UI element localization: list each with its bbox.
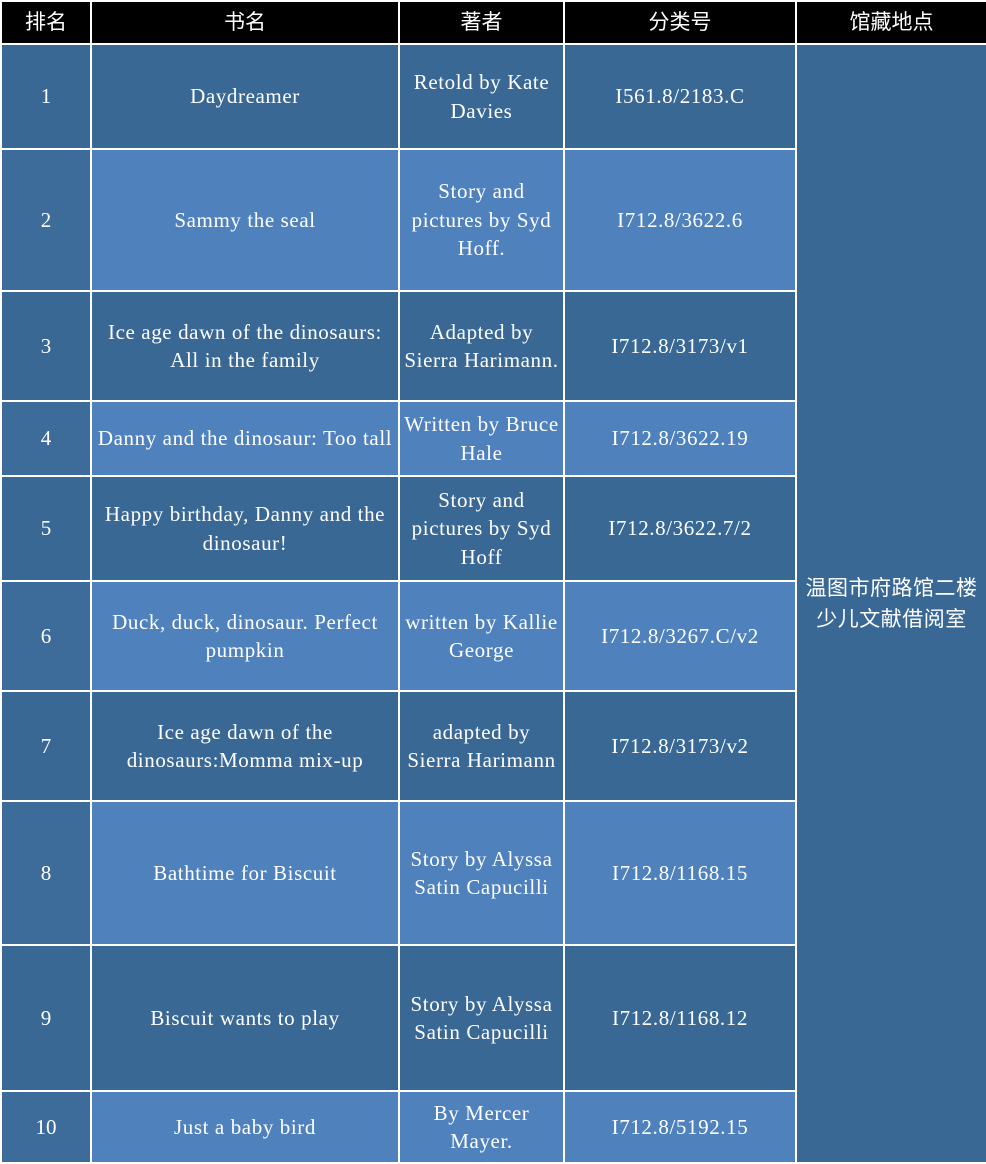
- cell-author: adapted by Sierra Harimann: [398, 690, 565, 802]
- cell-author: Story by Alyssa Satin Capucilli: [398, 944, 565, 1092]
- cell-title-text: Danny and the dinosaur: Too tall: [97, 426, 393, 451]
- cell-title-text: Sammy the seal: [174, 207, 316, 232]
- cell-rank: 4: [0, 400, 92, 477]
- cell-author-text: written by Kallie George: [405, 609, 558, 662]
- cell-classification-text: I712.8/3622.6: [617, 207, 743, 232]
- cell-classification: I712.8/3622.7/2: [563, 475, 797, 582]
- cell-rank: 7: [0, 690, 92, 802]
- book-ranking-table: 排名 书名 著者 分类号 馆藏地点 1 Daydreamer Retold by K…: [0, 0, 986, 1164]
- cell-title-text: Biscuit wants to play: [150, 1005, 340, 1030]
- column-header-author: 著者: [398, 0, 565, 45]
- column-header-classification: 分类号: [563, 0, 797, 45]
- cell-rank: 5: [0, 475, 92, 582]
- cell-classification: I712.8/3267.C/v2: [563, 580, 797, 692]
- cell-author-text: Story and pictures by Syd Hoff: [411, 487, 552, 569]
- cell-classification-text: I712.8/3622.7/2: [608, 516, 752, 541]
- cell-title: Ice age dawn of the dinosaurs: All in th…: [90, 290, 400, 402]
- cell-author-text: Story by Alyssa Satin Capucilli: [410, 991, 553, 1044]
- cell-classification: I712.8/3622.19: [563, 400, 797, 477]
- cell-classification-text: I712.8/1168.15: [612, 860, 748, 885]
- cell-author-text: Story and pictures by Syd Hoff.: [411, 179, 552, 261]
- cell-rank-text: 8: [40, 860, 52, 885]
- cell-rank-text: 9: [40, 1005, 52, 1030]
- table-header: 排名 书名 著者 分类号 馆藏地点: [0, 0, 986, 45]
- cell-title: Ice age dawn of the dinosaurs:Momma mix-…: [90, 690, 400, 802]
- cell-rank-text: 1: [40, 84, 52, 109]
- cell-author: written by Kallie George: [398, 580, 565, 692]
- cell-title: Daydreamer: [90, 43, 400, 150]
- cell-classification-text: I712.8/3622.19: [611, 426, 749, 451]
- cell-classification: I712.8/3622.6: [563, 148, 797, 292]
- cell-title-text: Ice age dawn of the dinosaurs: All in th…: [108, 319, 382, 372]
- cell-title: Sammy the seal: [90, 148, 400, 292]
- cell-title: Duck, duck, dinosaur. Perfect pumpkin: [90, 580, 400, 692]
- cell-title-text: Duck, duck, dinosaur. Perfect pumpkin: [112, 609, 378, 662]
- cell-title-text: Happy birthday, Danny and the dinosaur!: [104, 502, 386, 555]
- column-header-location: 馆藏地点: [795, 0, 986, 45]
- cell-title: Bathtime for Biscuit: [90, 800, 400, 946]
- cell-rank-text: 6: [40, 623, 52, 648]
- cell-author: Story by Alyssa Satin Capucilli: [398, 800, 565, 946]
- cell-title-text: Bathtime for Biscuit: [153, 860, 337, 885]
- cell-classification-text: I712.8/3173/v1: [611, 333, 749, 358]
- cell-author-text: Written by Bruce Hale: [404, 412, 559, 465]
- cell-rank-text: 4: [40, 426, 52, 451]
- cell-rank-text: 7: [40, 733, 52, 758]
- cell-author: Story and pictures by Syd Hoff: [398, 475, 565, 582]
- cell-classification: I712.8/3173/v2: [563, 690, 797, 802]
- cell-classification: I712.8/1168.12: [563, 944, 797, 1092]
- cell-title-text: Ice age dawn of the dinosaurs:Momma mix-…: [126, 719, 364, 772]
- cell-title: Danny and the dinosaur: Too tall: [90, 400, 400, 477]
- cell-author: Retold by Kate Davies: [398, 43, 565, 150]
- cell-title: Biscuit wants to play: [90, 944, 400, 1092]
- cell-rank-text: 10: [35, 1114, 57, 1139]
- cell-title: Happy birthday, Danny and the dinosaur!: [90, 475, 400, 582]
- table-body: 1 Daydreamer Retold by Kate Davies I561.8/2…: [0, 43, 986, 1164]
- cell-classification-text: I712.8/5192.15: [611, 1114, 749, 1139]
- cell-author-text: By Mercer Mayer.: [433, 1100, 530, 1153]
- table-row: 1 Daydreamer Retold by Kate Davies I561.8/2…: [0, 43, 986, 1164]
- cell-author-text: Adapted by Sierra Harimann.: [404, 319, 559, 372]
- table-header-row: 排名 书名 著者 分类号 馆藏地点: [0, 0, 986, 45]
- column-header-rank: 排名: [0, 0, 92, 45]
- cell-title-text: Daydreamer: [190, 84, 300, 109]
- cell-classification-text: I712.8/3173/v2: [611, 733, 749, 758]
- cell-author: Story and pictures by Syd Hoff.: [398, 148, 565, 292]
- cell-title: Just a baby bird: [90, 1090, 400, 1164]
- cell-classification-text: I712.8/3267.C/v2: [601, 623, 759, 648]
- cell-classification: I712.8/3173/v1: [563, 290, 797, 402]
- cell-rank: 6: [0, 580, 92, 692]
- cell-author-text: Retold by Kate Davies: [413, 70, 550, 123]
- cell-author: By Mercer Mayer.: [398, 1090, 565, 1164]
- cell-rank-text: 5: [40, 516, 52, 541]
- cell-author: Adapted by Sierra Harimann.: [398, 290, 565, 402]
- cell-location-text: 温图市府路馆二楼少儿文献借阅室: [805, 576, 978, 631]
- column-header-title: 书名: [90, 0, 400, 45]
- cell-location: 温图市府路馆二楼少儿文献借阅室: [795, 43, 986, 1164]
- cell-title-text: Just a baby bird: [174, 1114, 316, 1139]
- cell-classification-text: I712.8/1168.12: [612, 1005, 748, 1030]
- cell-rank-text: 2: [40, 207, 52, 232]
- cell-classification: I712.8/1168.15: [563, 800, 797, 946]
- cell-author-text: adapted by Sierra Harimann: [407, 719, 556, 772]
- cell-classification: I712.8/5192.15: [563, 1090, 797, 1164]
- cell-rank: 2: [0, 148, 92, 292]
- cell-rank: 8: [0, 800, 92, 946]
- cell-rank: 3: [0, 290, 92, 402]
- cell-author: Written by Bruce Hale: [398, 400, 565, 477]
- cell-classification-text: I561.8/2183.C: [615, 84, 745, 109]
- cell-classification: I561.8/2183.C: [563, 43, 797, 150]
- cell-rank: 1: [0, 43, 92, 150]
- cell-rank: 10: [0, 1090, 92, 1164]
- cell-rank: 9: [0, 944, 92, 1092]
- cell-rank-text: 3: [40, 333, 52, 358]
- cell-author-text: Story by Alyssa Satin Capucilli: [410, 846, 553, 899]
